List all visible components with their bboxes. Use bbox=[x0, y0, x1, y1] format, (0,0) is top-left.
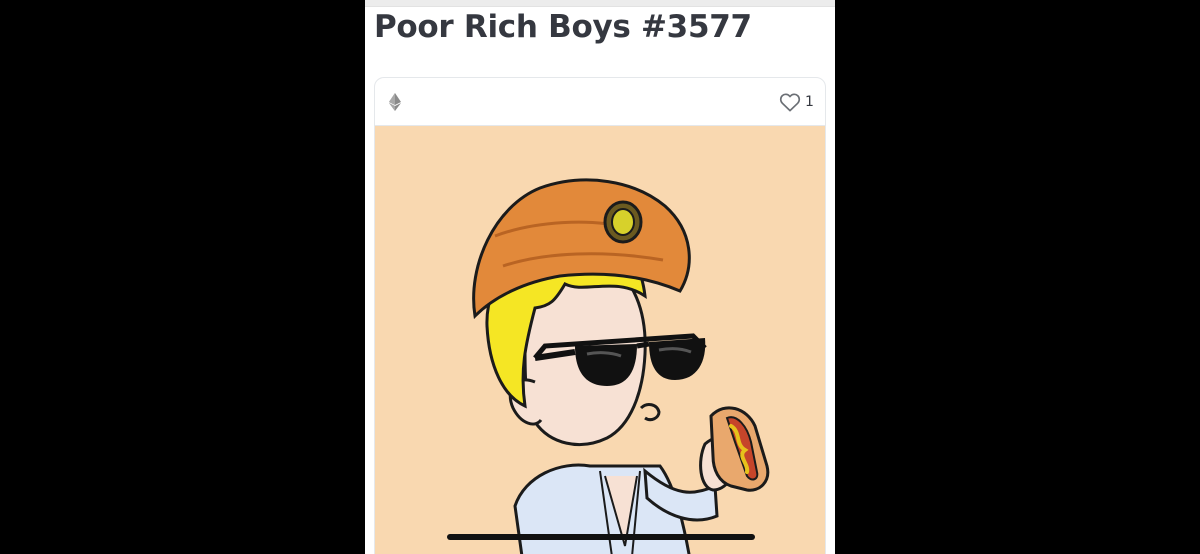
item-title: Poor Rich Boys #3577 bbox=[374, 9, 752, 45]
favorite-count: 1 bbox=[805, 94, 814, 110]
card-header: 1 bbox=[375, 78, 825, 126]
nft-artwork[interactable] bbox=[375, 126, 825, 554]
item-card: 1 bbox=[374, 77, 826, 554]
character-illustration bbox=[375, 126, 825, 554]
ethereum-icon bbox=[389, 93, 401, 111]
screen: Poor Rich Boys #3577 1 bbox=[0, 0, 1200, 554]
home-indicator[interactable] bbox=[447, 534, 755, 540]
item-page: Poor Rich Boys #3577 1 bbox=[365, 0, 835, 554]
heart-outline-icon[interactable] bbox=[779, 92, 801, 112]
